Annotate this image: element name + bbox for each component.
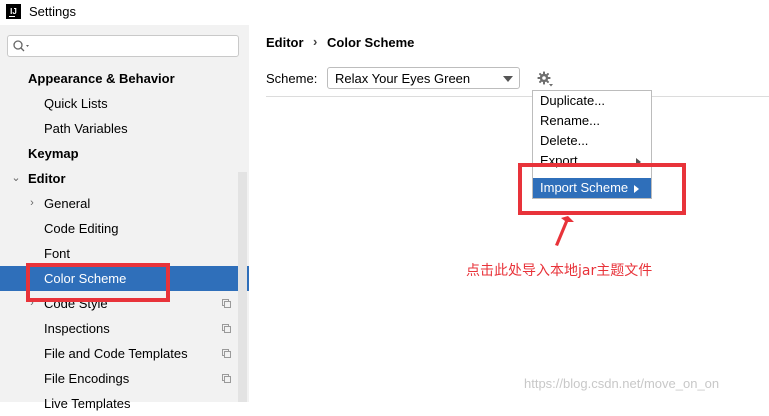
sidebar-item-label: Appearance & Behavior (28, 71, 175, 86)
sidebar-item-label: General (44, 196, 91, 211)
menu-item-rename[interactable]: Rename... (533, 111, 651, 131)
menu-item-label: Duplicate... (540, 93, 606, 108)
divider (266, 96, 769, 97)
sidebar-item-quick-lists[interactable]: Quick Lists (0, 91, 249, 116)
settings-sidebar: Appearance & Behavior Quick Lists Path V… (0, 25, 249, 411)
menu-item-delete[interactable]: Delete... (533, 131, 651, 151)
scheme-label: Scheme: (266, 71, 318, 86)
menu-item-label: Delete... (540, 133, 589, 148)
sidebar-item-label: File Encodings (44, 371, 130, 386)
sidebar-item-inspections[interactable]: Inspections (0, 316, 249, 341)
annotation-text: 点击此处导入本地jar主题文件 (466, 263, 653, 279)
sidebar-item-label: Live Templates (44, 396, 131, 411)
sidebar-item-label: Code Editing (44, 221, 119, 236)
highlight-box-color-scheme (26, 263, 170, 302)
copy-icon (222, 299, 231, 308)
window-title: Settings (29, 4, 76, 19)
main-panel: Editor › Color Scheme Scheme: Relax Your… (249, 25, 769, 402)
breadcrumb-separator: › (313, 34, 318, 49)
title-bar: IJ Settings (0, 0, 769, 25)
sidebar-item-appearance-behavior[interactable]: Appearance & Behavior (0, 66, 249, 91)
sidebar-item-live-templates[interactable]: Live Templates (0, 391, 249, 416)
copy-icon (222, 374, 231, 383)
highlight-box-import-scheme (518, 163, 686, 215)
sidebar-item-file-encodings[interactable]: File Encodings (0, 366, 249, 391)
sidebar-item-label: Editor (28, 171, 66, 186)
scheme-dropdown[interactable]: Relax Your Eyes Green (327, 67, 520, 89)
sidebar-item-label: Path Variables (44, 121, 128, 136)
chevron-right-icon[interactable]: › (26, 191, 38, 216)
sidebar-item-label: Inspections (44, 321, 110, 336)
sidebar-item-path-variables[interactable]: Path Variables (0, 116, 249, 141)
sidebar-item-keymap[interactable]: Keymap (0, 141, 249, 166)
sidebar-item-label: File and Code Templates (44, 346, 188, 361)
sidebar-item-label: Quick Lists (44, 96, 108, 111)
scheme-dropdown-value: Relax Your Eyes Green (335, 71, 471, 86)
copy-icon (222, 349, 231, 358)
search-input[interactable] (7, 35, 239, 57)
sidebar-item-general[interactable]: › General (0, 191, 249, 216)
intellij-logo-icon: IJ (6, 4, 21, 19)
menu-item-duplicate[interactable]: Duplicate... (533, 91, 651, 111)
sidebar-item-file-code-templates[interactable]: File and Code Templates (0, 341, 249, 366)
watermark: https://blog.csdn.net/move_on_on (524, 376, 720, 391)
chevron-down-icon[interactable]: ⌄ (10, 166, 22, 191)
search-icon (13, 40, 29, 52)
sidebar-item-label: Keymap (28, 146, 79, 161)
sidebar-item-code-editing[interactable]: Code Editing (0, 216, 249, 241)
sidebar-scrollbar[interactable] (238, 172, 247, 402)
sidebar-item-editor[interactable]: ⌄ Editor (0, 166, 249, 191)
breadcrumb-current: Color Scheme (327, 35, 415, 50)
copy-icon (222, 324, 231, 333)
chevron-down-icon (503, 76, 513, 82)
menu-item-label: Rename... (540, 113, 600, 128)
breadcrumb-parent[interactable]: Editor (266, 35, 304, 50)
annotation-arrow-icon (555, 216, 574, 246)
gear-icon[interactable] (536, 70, 554, 88)
